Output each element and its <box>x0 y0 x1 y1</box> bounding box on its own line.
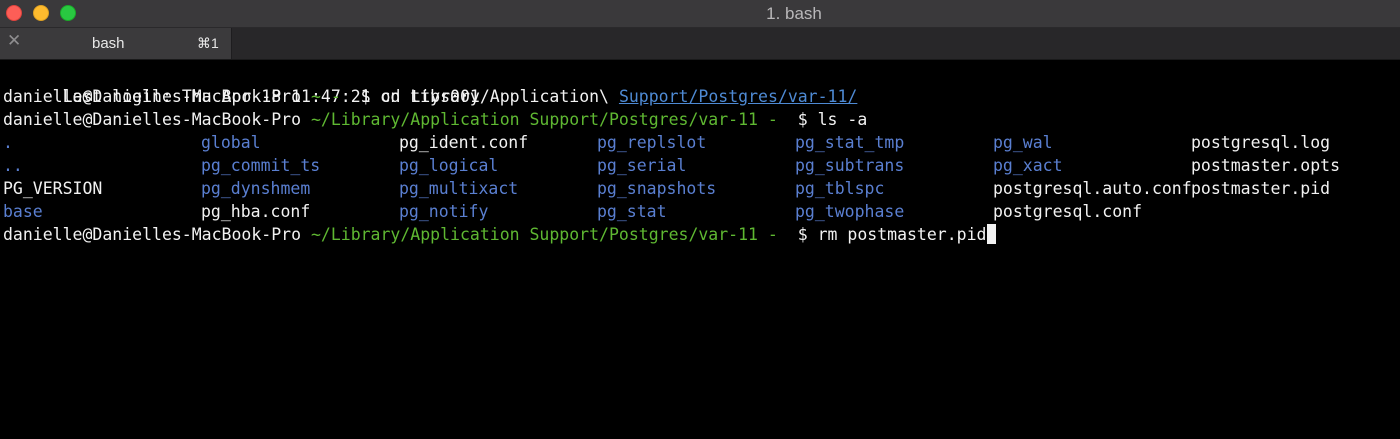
ls-entry-directory: pg_notify <box>399 202 489 221</box>
ls-entry-directory: global <box>201 133 261 152</box>
ls-entry-directory: pg_commit_ts <box>201 156 321 175</box>
text-cursor <box>987 224 997 244</box>
tab-label: bash <box>92 35 125 52</box>
ls-entry-file: PG_VERSION <box>3 179 103 198</box>
window-title: 1. bash <box>766 4 822 23</box>
prompt-path: ~/Library/Application Support/Postgres/v… <box>310 225 778 244</box>
prompt-dollar: $ <box>777 110 818 129</box>
ls-entry-file: postgresql.auto.conf <box>993 179 1192 198</box>
ls-entry-directory: pg_snapshots <box>597 179 717 198</box>
prompt-path: ~/Library/Application Support/Postgres/v… <box>310 110 778 129</box>
tab-shortcut: ⌘1 <box>197 35 219 51</box>
ls-entry-directory: pg_stat_tmp <box>795 133 905 152</box>
command-line-rm: danielle@Danielles-MacBook-Pro ~/Library… <box>3 223 997 246</box>
command-text: rm postmaster.pid <box>817 225 987 244</box>
ls-entry-directory: pg_subtrans <box>795 156 905 175</box>
ls-entry-directory: pg_twophase <box>795 202 905 221</box>
maximize-window-button[interactable] <box>60 5 76 21</box>
close-window-button[interactable] <box>6 5 22 21</box>
window-title-container: 1. bash <box>0 0 1400 27</box>
command-line-ls: danielle@Danielles-MacBook-Pro ~/Library… <box>3 108 867 131</box>
ls-entry-directory: pg_xact <box>993 156 1063 175</box>
command-text: cd Library/Application\ <box>380 87 619 106</box>
ls-entry-directory: pg_wal <box>993 133 1053 152</box>
prompt-user: danielle@Danielles-MacBook-Pro <box>3 225 302 244</box>
tab-bash[interactable]: ✕ bash ⌘1 <box>0 28 232 59</box>
ls-entry-directory: pg_replslot <box>597 133 707 152</box>
close-tab-icon[interactable]: ✕ <box>7 32 21 49</box>
ls-entry-directory: pg_logical <box>399 156 499 175</box>
ls-entry-file: postmaster.opts <box>1191 156 1341 175</box>
prompt-user: danielle@Danielles-MacBook-Pro <box>3 87 302 106</box>
ls-entry-directory: pg_dynshmem <box>201 179 311 198</box>
ls-entry-file: postgresql.log <box>1191 133 1331 152</box>
prompt-user: danielle@Danielles-MacBook-Pro <box>3 110 302 129</box>
title-bar[interactable]: 1. bash <box>0 0 1400 28</box>
ls-entry-file: pg_hba.conf <box>201 202 311 221</box>
terminal-output[interactable]: Last login: Thu Apr 18 11:47:21 on ttys0… <box>0 62 1400 439</box>
ls-entry-directory: base <box>3 202 43 221</box>
ls-entry-directory: pg_tblspc <box>795 179 885 198</box>
tab-bar: ✕ bash ⌘1 <box>0 28 1400 60</box>
command-text: ls -a <box>817 110 868 129</box>
ls-entry-file: postgresql.conf <box>993 202 1143 221</box>
command-line-cd: danielle@Danielles-MacBook-Pro ~ - $ cd … <box>3 85 857 108</box>
ls-entry-directory: pg_serial <box>597 156 687 175</box>
prompt-path: ~ - <box>310 87 341 106</box>
minimize-window-button[interactable] <box>33 5 49 21</box>
ls-entry-file: postmaster.pid <box>1191 179 1331 198</box>
path-link[interactable]: Support/Postgres/var-11/ <box>619 87 857 106</box>
last-login-line: Last login: Thu Apr 18 11:47:21 on ttys0… <box>3 62 480 106</box>
prompt-dollar: $ <box>777 225 818 244</box>
ls-entry-directory: pg_multixact <box>399 179 519 198</box>
terminal-window: 1. bash ✕ bash ⌘1 Last login: Thu Apr 18… <box>0 0 1400 439</box>
prompt-dollar: $ <box>340 87 381 106</box>
ls-entry-file: pg_ident.conf <box>399 133 529 152</box>
ls-entry-directory: pg_stat <box>597 202 667 221</box>
ls-entry-directory: .. <box>3 156 23 175</box>
ls-entry-directory: . <box>3 133 13 152</box>
